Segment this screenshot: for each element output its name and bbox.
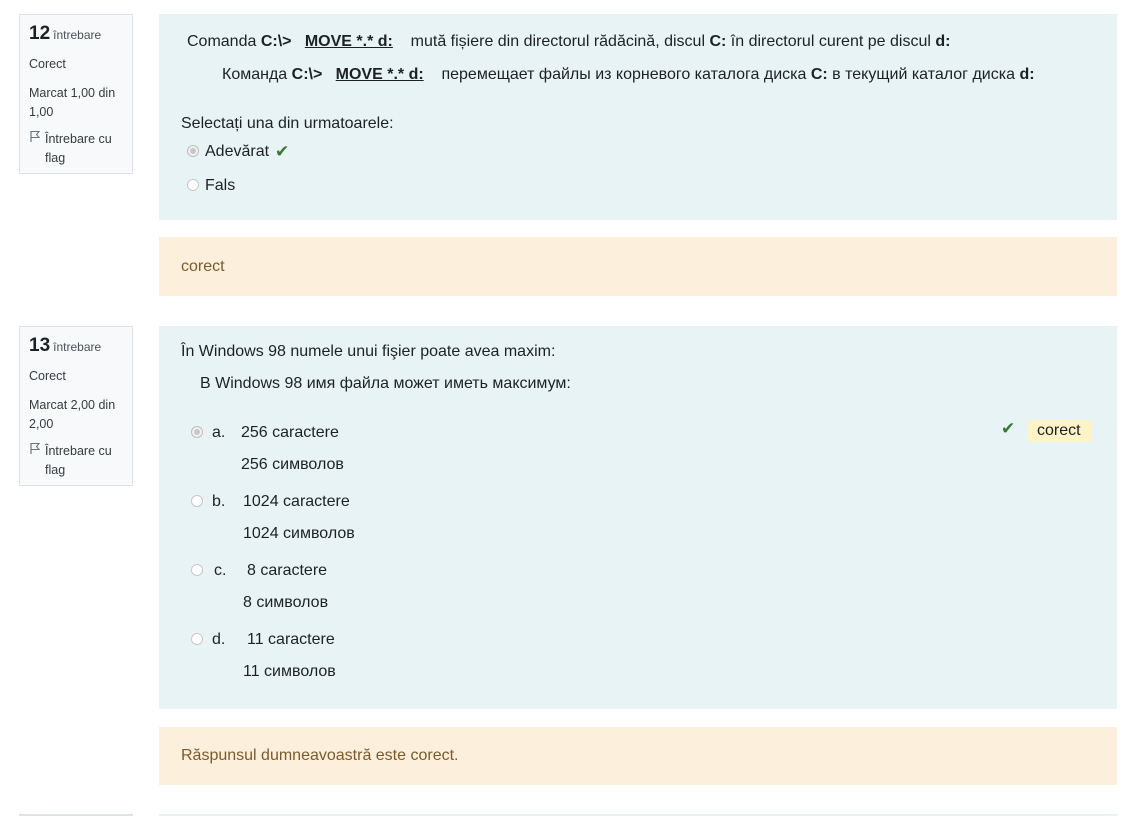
question-word: întrebare (53, 340, 102, 354)
radio-adevarat[interactable] (187, 145, 199, 157)
option-letter-a: a. (212, 424, 226, 441)
feedback-text: corect (181, 257, 225, 275)
feedback-12: corect (159, 237, 1117, 296)
flag-question-label: Întrebare cu flag (45, 444, 112, 477)
question-text-ru: Команда C:\> MOVE *.* d: перемещает файл… (222, 66, 1035, 83)
flag-question-link[interactable]: Întrebare cu flag (29, 130, 123, 168)
radio-option-d[interactable] (191, 633, 203, 645)
radio-option-b[interactable] (191, 495, 203, 507)
question-text-ro: Comanda C:\> MOVE *.* d: mută fișiere di… (187, 33, 951, 50)
feedback-13: Răspunsul dumneavoastră este corect. (159, 727, 1117, 785)
flag-icon (29, 130, 41, 168)
answer-prompt: Selectați una din urmatoarele: (181, 115, 394, 132)
question-info-13: 13 întrebare Corect Marcat 2,00 din 2,00 … (19, 326, 133, 486)
option-label-adevarat[interactable]: Adevărat (205, 143, 269, 161)
option-text-ru-d: 11 символов (243, 663, 336, 680)
question-formulation-12: Comanda C:\> MOVE *.* d: mută fișiere di… (159, 14, 1117, 220)
option-text-ru-c: 8 символов (243, 594, 329, 611)
option-letter-c: c. (214, 562, 227, 579)
check-icon: ✔ (1001, 419, 1016, 438)
question-text-ro: În Windows 98 numele unui fişier poate a… (181, 343, 556, 360)
option-text-ro-a[interactable]: 256 caractere (241, 424, 339, 442)
feedback-text: Răspunsul dumneavoastră este corect. (181, 747, 459, 764)
option-label-fals[interactable]: Fals (205, 177, 235, 195)
option-text-ro-d[interactable]: 11 caractere (247, 631, 335, 649)
flag-icon (29, 442, 41, 480)
question-info-12: 12 întrebare Corect Marcat 1,00 din 1,00 … (19, 14, 133, 174)
question-state: Corect (29, 57, 66, 71)
option-letter-b: b. (212, 493, 226, 510)
question-word: întrebare (53, 28, 102, 42)
question-mark: Marcat 2,00 din 2,00 (29, 398, 116, 431)
check-icon: ✔ (275, 142, 290, 161)
question-text-ru: В Windows 98 имя файла может иметь макси… (200, 375, 571, 392)
question-mark: Marcat 1,00 din 1,00 (29, 86, 116, 119)
option-text-ro-c[interactable]: 8 caractere (247, 562, 327, 580)
question-formulation-13: În Windows 98 numele unui fişier poate a… (159, 326, 1117, 709)
radio-fals[interactable] (187, 179, 199, 191)
option-text-ru-a: 256 символов (241, 456, 344, 473)
flag-question-link[interactable]: Întrebare cu flag (29, 442, 123, 480)
question-number: 12 (29, 23, 51, 44)
question-number: 13 (29, 335, 51, 356)
radio-option-a[interactable] (191, 426, 203, 438)
correct-badge: corect (1027, 420, 1091, 442)
radio-option-c[interactable] (191, 564, 203, 576)
flag-question-label: Întrebare cu flag (45, 132, 112, 165)
question-state: Corect (29, 369, 66, 383)
option-letter-d: d. (212, 631, 226, 648)
option-text-ro-b[interactable]: 1024 caractere (243, 493, 350, 511)
option-text-ru-b: 1024 символов (243, 525, 355, 542)
